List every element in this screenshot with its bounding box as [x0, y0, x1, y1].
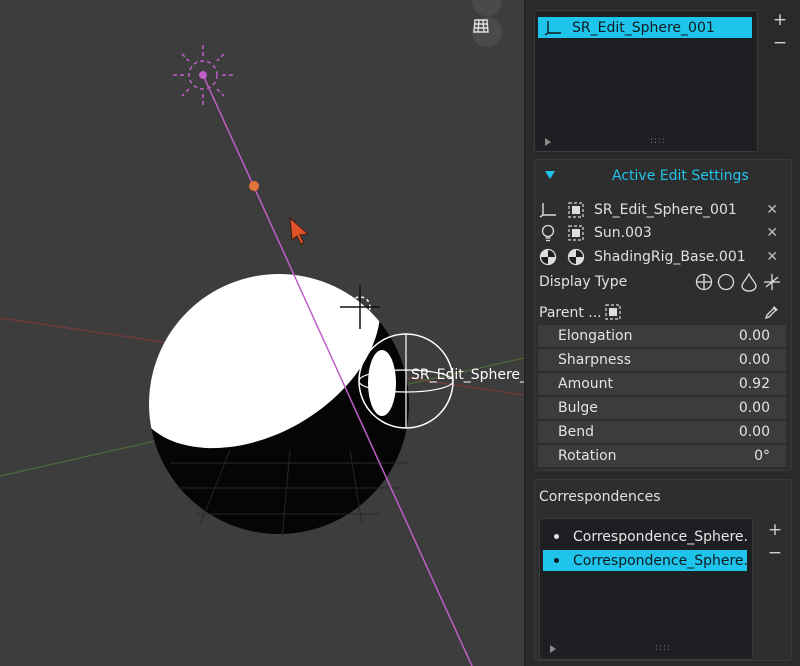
property-name: Sharpness	[558, 352, 632, 368]
collapse-panel-icon[interactable]	[545, 171, 555, 179]
object-name-label: SR_Edit_Sphere_001	[411, 367, 524, 383]
parent-label: Parent ...	[539, 305, 602, 321]
light-bulb-icon	[538, 223, 558, 243]
bullet-icon	[554, 534, 559, 539]
property-value[interactable]: 0.00	[739, 328, 770, 344]
remove-edit-button[interactable]: −	[770, 33, 790, 53]
property-value[interactable]: 0.92	[739, 376, 770, 392]
axes-display-icon	[764, 274, 780, 290]
property-value[interactable]: 0.00	[739, 424, 770, 440]
sphere-display-icon	[695, 273, 713, 291]
property-bend[interactable]: Bend 0.00	[538, 421, 786, 444]
sun-lamp-center	[199, 71, 207, 79]
correspondence-label: Correspondence_Sphere...	[573, 552, 747, 569]
eyedropper-icon[interactable]	[764, 304, 780, 320]
sphere-object	[149, 274, 409, 534]
remove-correspondence-button[interactable]: −	[765, 543, 785, 563]
select-object-icon[interactable]	[566, 200, 586, 220]
base-object-name: ShadingRig_Base.001	[594, 249, 746, 265]
correspondence-item[interactable]: Correspondence_Sphere...	[543, 526, 747, 547]
property-name: Amount	[558, 376, 614, 392]
expand-list-icon[interactable]	[550, 645, 556, 653]
property-sharpness[interactable]: Sharpness 0.00	[538, 349, 786, 372]
material-icon[interactable]	[566, 247, 586, 267]
drop-display-icon	[741, 272, 757, 292]
property-value[interactable]: 0.00	[739, 400, 770, 416]
edit-object-row: SR_Edit_Sphere_001 ✕	[538, 198, 788, 222]
correspondence-item[interactable]: Correspondence_Sphere...	[543, 550, 747, 571]
panel-title: Active Edit Settings	[612, 168, 749, 184]
bullet-icon	[554, 558, 559, 563]
property-bulge[interactable]: Bulge 0.00	[538, 397, 786, 420]
axes-icon	[544, 20, 561, 36]
edit-object-name: SR_Edit_Sphere_001	[594, 202, 737, 218]
edits-list-item[interactable]: SR_Edit_Sphere_001	[538, 17, 752, 38]
clear-light-object-button[interactable]: ✕	[766, 225, 778, 241]
toggle-grid-button[interactable]	[472, 17, 502, 47]
add-edit-button[interactable]: +	[770, 10, 790, 30]
mouse-cursor-icon	[289, 216, 310, 245]
display-type-label: Display Type	[539, 274, 628, 290]
light-object-row: Sun.003 ✕	[538, 221, 788, 245]
viewport-scene	[0, 45, 524, 666]
list-resize-grip[interactable]: ::::	[650, 136, 666, 146]
edits-list-item-label: SR_Edit_Sphere_001	[572, 19, 715, 36]
list-resize-grip[interactable]: ::::	[655, 643, 671, 653]
property-amount[interactable]: Amount 0.92	[538, 373, 786, 396]
property-name: Bend	[558, 424, 594, 440]
property-name: Rotation	[558, 448, 617, 464]
grid-icon	[473, 19, 489, 33]
axes-icon	[538, 200, 558, 220]
shading-ball-icon	[538, 247, 558, 267]
property-value[interactable]: 0°	[754, 448, 770, 464]
property-elongation[interactable]: Elongation 0.00	[538, 325, 786, 348]
property-name: Bulge	[558, 400, 598, 416]
add-correspondence-button[interactable]: +	[765, 520, 785, 540]
property-value[interactable]: 0.00	[739, 352, 770, 368]
clear-edit-object-button[interactable]: ✕	[766, 202, 778, 218]
select-parent-icon[interactable]	[605, 304, 621, 320]
light-handle-dot	[249, 181, 259, 191]
select-light-icon[interactable]	[566, 223, 586, 243]
light-object-name: Sun.003	[594, 225, 652, 241]
display-type-options[interactable]	[694, 272, 784, 292]
property-rotation[interactable]: Rotation 0°	[538, 445, 786, 468]
clear-base-object-button[interactable]: ✕	[766, 249, 778, 265]
correspondence-label: Correspondence_Sphere...	[573, 528, 747, 545]
property-name: Elongation	[558, 328, 633, 344]
expand-list-icon[interactable]	[545, 138, 551, 146]
correspondences-title: Correspondences	[539, 489, 661, 505]
3d-viewport[interactable]: SR_Edit_Sphere_001	[0, 0, 524, 666]
base-object-row: ShadingRig_Base.001 ✕	[538, 245, 788, 269]
camera-icon	[472, 0, 488, 2]
circle-display-icon	[717, 273, 735, 291]
